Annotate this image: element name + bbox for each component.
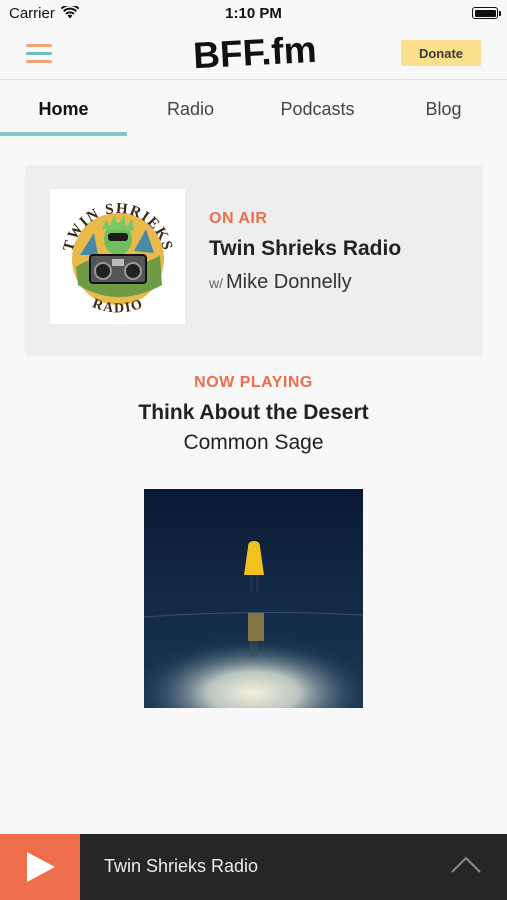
tab-blog[interactable]: Blog	[380, 80, 507, 138]
main-tabs: Home Radio Podcasts Blog	[0, 80, 507, 138]
host-line: w/Mike Donnelly	[209, 271, 352, 294]
album-artwork	[143, 489, 364, 708]
tab-radio[interactable]: Radio	[127, 80, 254, 138]
player-bar: Twin Shrieks Radio	[0, 834, 507, 900]
host-prefix: w/	[209, 275, 223, 291]
on-air-card[interactable]: TWIN SHRIEKS RADIO ON AIR Twin Shrieks R…	[26, 165, 482, 354]
active-tab-indicator	[0, 132, 127, 136]
status-bar: Carrier 1:10 PM	[0, 0, 507, 28]
play-button[interactable]	[0, 834, 80, 900]
chevron-up-icon[interactable]	[446, 850, 486, 880]
tab-podcasts[interactable]: Podcasts	[254, 80, 381, 138]
status-time: 1:10 PM	[225, 5, 282, 22]
donate-button[interactable]: Donate	[401, 40, 481, 66]
logo-text: BFF.fm	[192, 29, 317, 75]
show-title: Twin Shrieks Radio	[209, 237, 402, 260]
show-artwork: TWIN SHRIEKS RADIO	[50, 189, 185, 324]
now-playing-artist: Common Sage	[183, 431, 324, 454]
hamburger-menu-icon[interactable]	[26, 44, 52, 64]
tab-home[interactable]: Home	[0, 80, 127, 138]
player-title[interactable]: Twin Shrieks Radio	[104, 856, 258, 877]
bff-fm-logo: BFF.fm	[192, 29, 317, 75]
on-air-label: ON AIR	[209, 210, 268, 227]
now-playing-track: Think About the Desert	[138, 401, 369, 424]
play-icon	[27, 852, 55, 882]
nav-bar: BFF.fm Donate	[0, 28, 507, 80]
now-playing-label: NOW PLAYING	[194, 374, 313, 391]
battery-icon	[472, 7, 501, 19]
host-name: Mike Donnelly	[226, 271, 352, 293]
